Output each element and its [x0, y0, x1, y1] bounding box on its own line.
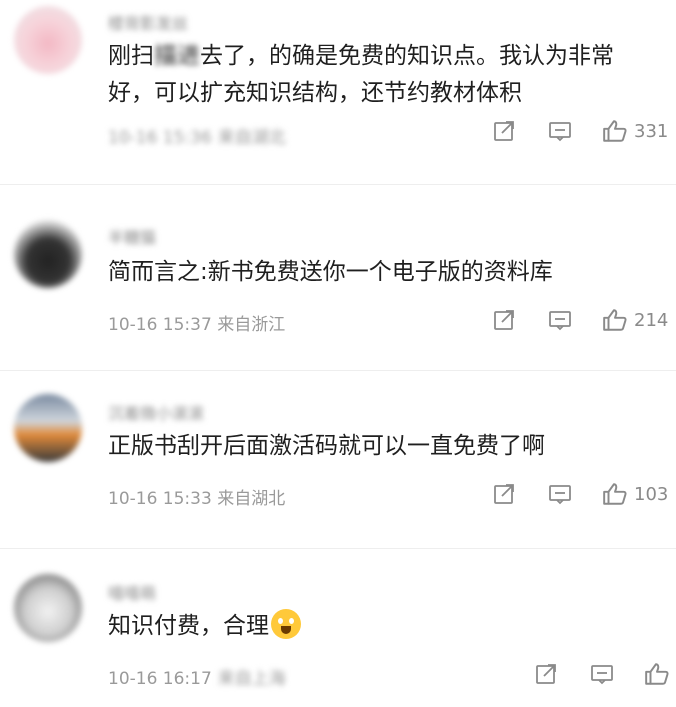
comment-icon — [549, 311, 571, 331]
reply-button[interactable] — [546, 308, 574, 332]
comment-meta: 10-16 16:17 来自上海 — [108, 669, 286, 689]
avatar[interactable] — [14, 394, 82, 462]
comment-icon — [549, 485, 571, 505]
username[interactable]: 半糖猫 — [108, 224, 156, 247]
comment-meta: 10-16 15:36 来自湖北 — [108, 128, 286, 148]
comment-icon — [591, 665, 613, 685]
divider — [0, 548, 676, 549]
divider — [0, 184, 676, 185]
share-button[interactable] — [490, 308, 518, 332]
comment-icon — [549, 122, 571, 142]
comment-text: 简而言之:新书免费送你一个电子版的资料库 — [108, 259, 553, 285]
comment-text: 刚扫描进去了，的确是免费的知识点。我认为非常好，可以扩充知识结构，还节约教材体积 — [108, 43, 614, 106]
comment-text: 知识付费，合理 — [108, 608, 658, 645]
avatar[interactable] — [14, 574, 82, 642]
comment-actions: 103 — [490, 480, 668, 508]
comment-item: 沉着微小滚滚 正版书刮开后面激活码就可以一直免费了啊 10-16 15:33 来… — [0, 376, 676, 536]
like-button[interactable]: 331 — [602, 118, 668, 144]
reply-button[interactable] — [546, 482, 574, 506]
comment-item: 嘻嘻萌 知识付费，合理 10-16 16:17 来自上海 — [0, 560, 676, 707]
reply-button[interactable] — [588, 662, 616, 686]
share-button[interactable] — [490, 482, 518, 506]
share-icon — [536, 664, 556, 684]
comment-actions — [532, 660, 670, 688]
comment-item: 楼背影发丝 刚扫描进去了，的确是免费的知识点。我认为非常好，可以扩充知识结构，还… — [0, 0, 676, 160]
screaming-face-emoji — [271, 609, 301, 639]
reply-button[interactable] — [546, 119, 574, 143]
share-button[interactable] — [532, 662, 560, 686]
avatar[interactable] — [14, 220, 82, 288]
comment-meta: 10-16 15:33 来自湖北 — [108, 489, 286, 509]
redacted-text: 描进 — [154, 43, 200, 69]
like-button[interactable]: 214 — [602, 307, 668, 333]
like-count: 214 — [634, 309, 669, 331]
share-icon — [494, 484, 514, 504]
thumbs-up-icon — [645, 663, 669, 685]
thumbs-up-icon — [603, 120, 627, 142]
username[interactable]: 沉着微小滚滚 — [108, 400, 204, 423]
like-button[interactable] — [644, 661, 670, 687]
divider — [0, 370, 676, 371]
avatar[interactable] — [14, 6, 82, 74]
comment-text: 正版书刮开后面激活码就可以一直免费了啊 — [108, 433, 545, 459]
username[interactable]: 楼背影发丝 — [108, 10, 188, 33]
like-count: 103 — [634, 483, 669, 505]
comment-meta: 10-16 15:37 来自浙江 — [108, 315, 286, 335]
comment-item: 半糖猫 简而言之:新书免费送你一个电子版的资料库 10-16 15:37 来自浙… — [0, 200, 676, 350]
like-count: 331 — [634, 120, 669, 142]
like-button[interactable]: 103 — [602, 481, 668, 507]
thumbs-up-icon — [603, 483, 627, 505]
thumbs-up-icon — [603, 309, 627, 331]
username[interactable]: 嘻嘻萌 — [108, 580, 156, 603]
comment-actions: 331 — [490, 117, 668, 145]
share-icon — [494, 121, 514, 141]
share-icon — [494, 310, 514, 330]
share-button[interactable] — [490, 119, 518, 143]
comment-actions: 214 — [490, 306, 668, 334]
